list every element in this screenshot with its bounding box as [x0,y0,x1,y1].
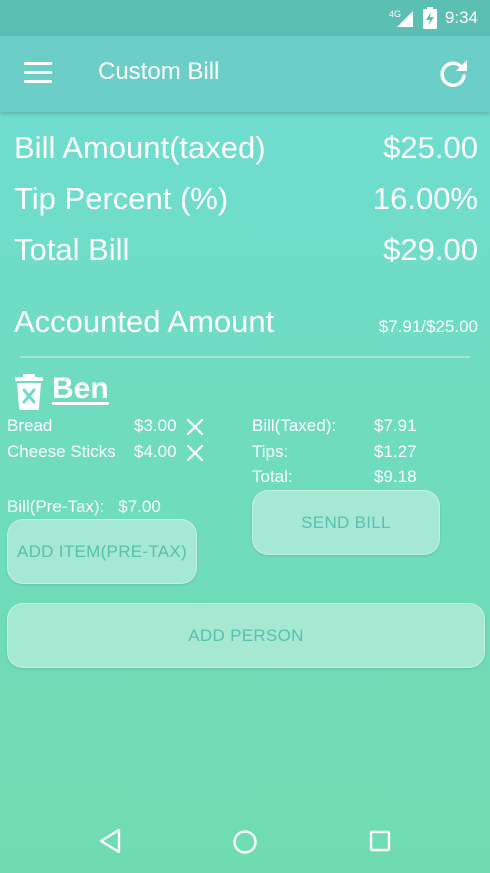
add-item-button[interactable]: ADD ITEM(PRE-TAX) [7,519,197,584]
bill-amount-label: Bill Amount(taxed) [14,130,266,165]
status-bar: 4G 9:34 [0,0,490,36]
triangle-back-icon[interactable] [98,828,122,854]
close-icon[interactable] [185,443,205,463]
navigation-bar [0,812,490,873]
total-value: $9.18 [374,467,417,486]
item-name: Cheese Sticks [7,442,116,461]
accounted-amount-row: Accounted Amount $7.91/$25.00 [14,304,478,340]
bill-taxed-value: $7.91 [374,416,417,435]
pretax-value: $7.00 [118,497,161,516]
tip-percent-value: 16.00% [372,181,478,216]
network-type: 4G [389,9,401,19]
pretax-row: Bill(Pre-Tax): $7.00 [7,497,161,517]
close-icon[interactable] [185,417,205,437]
tip-percent-label: Tip Percent (%) [14,181,229,216]
tips-label: Tips: [252,442,289,461]
send-bill-button[interactable]: SEND BILL [252,490,440,555]
menu-icon[interactable] [24,62,52,84]
pretax-label: Bill(Pre-Tax): [7,497,105,516]
battery-icon [422,7,437,29]
square-recent-icon[interactable] [369,830,391,852]
total-bill-label: Total Bill [14,232,130,267]
app-bar: Custom Bill [0,36,490,112]
status-time: 9:34 [444,8,478,27]
list-item: Bread $3.00 [7,416,227,438]
tip-percent-row: Tip Percent (%) 16.00% [14,181,478,217]
signal-icon: 4G [389,9,413,27]
add-person-button[interactable]: ADD PERSON [7,603,485,668]
trash-icon[interactable] [14,374,44,410]
total-bill-value: $29.00 [383,232,478,267]
accounted-label: Accounted Amount [14,304,275,339]
total-label: Total: [252,467,293,486]
refresh-icon[interactable] [436,56,470,90]
item-price: $3.00 [134,416,177,435]
total-bill-row: Total Bill $29.00 [14,232,478,268]
item-name: Bread [7,416,53,435]
list-item: Cheese Sticks $4.00 [7,442,227,464]
page-title: Custom Bill [98,58,220,85]
accounted-value: $7.91/$25.00 [378,317,478,336]
bill-amount-value: $25.00 [383,130,478,165]
tips-value: $1.27 [374,442,417,461]
divider [20,356,470,358]
item-price: $4.00 [134,442,177,461]
bill-amount-row: Bill Amount(taxed) $25.00 [14,130,478,166]
bill-taxed-label: Bill(Taxed): [252,416,337,435]
person-name[interactable]: Ben [52,372,109,406]
circle-home-icon[interactable] [232,829,258,855]
